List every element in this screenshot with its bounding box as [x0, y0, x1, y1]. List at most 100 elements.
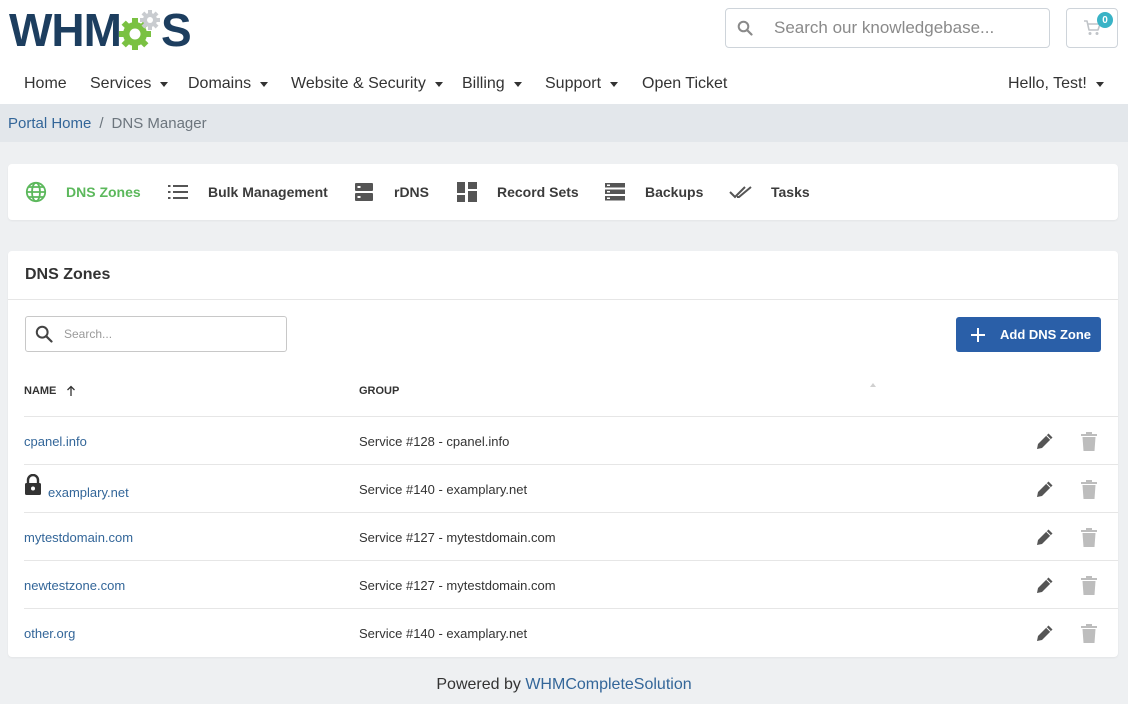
nav-label: Website & Security	[291, 75, 426, 92]
zone-name: other.org	[24, 625, 76, 641]
tab-rdns[interactable]: rDNS	[352, 164, 429, 220]
edit-button[interactable]	[1034, 478, 1056, 500]
double-check-icon	[729, 180, 753, 204]
grid-icon	[455, 180, 479, 204]
zone-group: Service #140 - examplary.net	[359, 625, 528, 641]
logo-text-right: S	[160, 4, 192, 56]
zones-search-input[interactable]	[62, 327, 272, 341]
trash-icon	[1081, 575, 1097, 595]
tab-label: Record Sets	[497, 184, 579, 200]
cart-count-badge: 0	[1097, 12, 1113, 28]
breadcrumb-home-link[interactable]: Portal Home	[8, 115, 91, 132]
zone-group: Service #140 - examplary.net	[359, 481, 528, 497]
edit-button[interactable]	[1034, 526, 1056, 548]
nav-label: Billing	[462, 75, 505, 92]
nav-home[interactable]: Home	[24, 66, 67, 102]
knowledgebase-search-input[interactable]	[764, 18, 1034, 38]
column-header-group[interactable]: GROUP	[359, 385, 399, 397]
zone-group: Service #127 - mytestdomain.com	[359, 577, 556, 593]
caret-down-icon	[260, 82, 269, 87]
zone-name-link[interactable]: other.org	[24, 609, 75, 657]
edit-button[interactable]	[1034, 430, 1056, 452]
table-row: examplary.net Service #140 - examplary.n…	[24, 464, 1118, 512]
tab-label: Tasks	[771, 184, 810, 200]
nav-user-label: Hello, Test!	[1008, 75, 1087, 92]
pencil-icon	[1037, 625, 1053, 641]
column-label: GROUP	[359, 385, 400, 397]
trash-icon	[1081, 479, 1097, 499]
pencil-icon	[1037, 577, 1053, 593]
breadcrumb-separator: /	[99, 114, 104, 132]
delete-button[interactable]	[1078, 478, 1100, 500]
nav-website-security[interactable]: Website & Security	[291, 66, 443, 102]
column-header-name[interactable]: NAME	[24, 385, 76, 397]
card-divider	[8, 299, 1118, 300]
caret-down-icon	[513, 82, 522, 87]
nav-services[interactable]: Services	[90, 66, 169, 102]
search-icon	[726, 9, 764, 47]
trash-icon	[1081, 623, 1097, 643]
card-title: DNS Zones	[25, 266, 111, 283]
footer-link[interactable]: WHMCompleteSolution	[525, 676, 691, 693]
zone-name-link[interactable]: mytestdomain.com	[24, 513, 133, 561]
zone-name: cpanel.info	[24, 433, 87, 449]
tab-tasks[interactable]: Tasks	[729, 164, 810, 220]
knowledgebase-search[interactable]	[725, 8, 1050, 48]
zones-search[interactable]	[25, 316, 287, 352]
zone-name: newtestzone.com	[24, 577, 126, 593]
pencil-icon	[1037, 481, 1053, 497]
search-icon	[26, 317, 62, 351]
trash-icon	[1081, 431, 1097, 451]
stack-icon	[603, 180, 627, 204]
zone-name-link[interactable]: cpanel.info	[24, 417, 87, 465]
add-dns-zone-button[interactable]: Add DNS Zone	[956, 317, 1101, 352]
nav-open-ticket[interactable]: Open Ticket	[642, 66, 727, 102]
delete-button[interactable]	[1078, 430, 1100, 452]
trash-icon	[1081, 527, 1097, 547]
tab-label: Backups	[645, 184, 704, 200]
caret-down-icon	[434, 82, 443, 87]
edit-button[interactable]	[1034, 574, 1056, 596]
plus-icon	[971, 327, 985, 342]
server-icon	[352, 180, 376, 204]
main-nav: Home Services Domains Website & Security…	[0, 66, 1128, 102]
dns-manager-tabs: DNS Zones Bulk Management rDNS Record Se…	[8, 164, 1118, 220]
tab-dns-zones[interactable]: DNS Zones	[24, 164, 141, 220]
delete-button[interactable]	[1078, 574, 1100, 596]
pencil-icon	[1037, 433, 1053, 449]
zone-group: Service #127 - mytestdomain.com	[359, 529, 556, 545]
caret-down-icon	[1095, 82, 1104, 87]
caret-down-icon	[160, 82, 169, 87]
site-header: WHM S Search our knowledgebase... 0 Home…	[0, 0, 1128, 104]
tab-bulk-management[interactable]: Bulk Management	[166, 164, 328, 220]
table-row: cpanel.info Service #128 - cpanel.info	[24, 416, 1118, 464]
nav-label: Services	[90, 75, 152, 92]
breadcrumb: Portal Home / DNS Manager	[0, 104, 1128, 142]
footer-prefix: Powered by	[436, 676, 521, 693]
delete-button[interactable]	[1078, 622, 1100, 644]
zone-name: mytestdomain.com	[24, 529, 134, 545]
nav-billing[interactable]: Billing	[462, 66, 522, 102]
nav-label: Domains	[188, 75, 252, 92]
tab-backups[interactable]: Backups	[603, 164, 703, 220]
gear-logo-icon	[118, 10, 160, 50]
breadcrumb-current: DNS Manager	[111, 114, 207, 132]
cart-button[interactable]: 0	[1066, 8, 1118, 48]
logo[interactable]: WHM S	[9, 4, 192, 56]
delete-button[interactable]	[1078, 526, 1100, 548]
nav-label: Home	[24, 75, 67, 92]
zone-name-link[interactable]: examplary.net	[24, 465, 129, 513]
nav-domains[interactable]: Domains	[188, 66, 269, 102]
tab-label: rDNS	[394, 184, 430, 200]
zone-name-link[interactable]: newtestzone.com	[24, 561, 125, 609]
dns-zones-card: DNS Zones Add DNS Zone NAME GROUP cpanel…	[8, 251, 1118, 657]
table-row: mytestdomain.com Service #127 - mytestdo…	[24, 512, 1118, 560]
sort-indicator-icon	[870, 383, 876, 387]
nav-support[interactable]: Support	[545, 66, 619, 102]
caret-down-icon	[610, 82, 619, 87]
nav-user-menu[interactable]: Hello, Test!	[1008, 66, 1104, 102]
add-button-label: Add DNS Zone	[1000, 327, 1091, 342]
tab-record-sets[interactable]: Record Sets	[455, 164, 579, 220]
pencil-icon	[1037, 529, 1053, 545]
edit-button[interactable]	[1034, 622, 1056, 644]
